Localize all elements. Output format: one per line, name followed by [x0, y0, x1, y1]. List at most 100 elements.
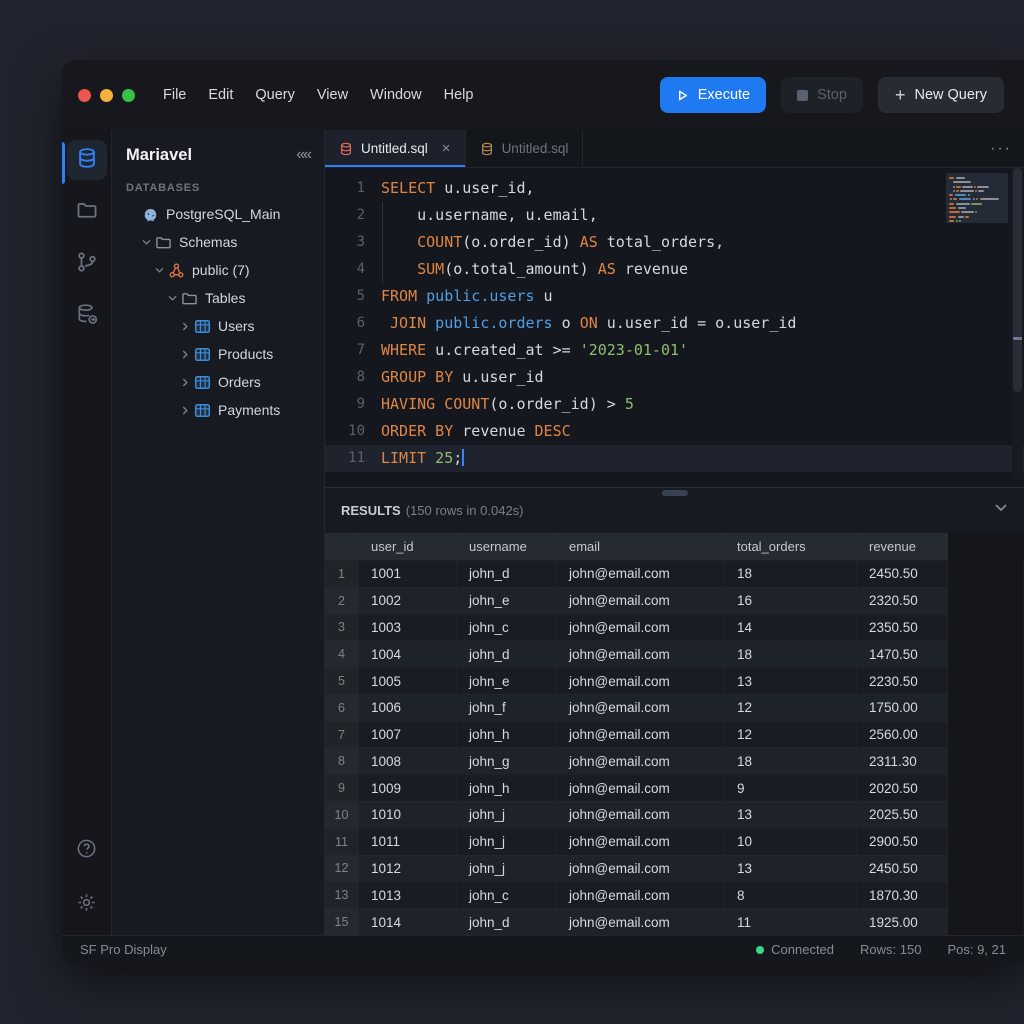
chevron-right-icon[interactable] — [178, 378, 192, 387]
tab-untitled-sql-2[interactable]: Untitled.sql — [466, 130, 584, 167]
editor-minimap[interactable] — [946, 173, 1008, 223]
rail-bottom-items — [67, 831, 107, 925]
row-number: 12 — [325, 855, 359, 882]
editor-line-11: 11LIMIT 25; — [325, 445, 1024, 472]
folder-icon — [181, 290, 198, 307]
row-filler — [948, 908, 1024, 935]
column-header-username[interactable]: username — [457, 533, 557, 560]
results-row-9[interactable]: 91009john_hjohn@email.com92020.50 — [325, 774, 1024, 801]
results-row-5[interactable]: 51005john_ejohn@email.com132230.50 — [325, 667, 1024, 694]
code-text: JOIN public.orders o ON u.user_id = o.us… — [381, 310, 796, 337]
chevron-down-icon[interactable] — [152, 266, 166, 275]
results-header: RESULTS (150 rows in 0.042s) — [325, 487, 1024, 533]
sql-editor[interactable]: 1SELECT u.user_id,2 u.username, u.email,… — [325, 168, 1024, 487]
cell-email: john@email.com — [557, 747, 725, 774]
cell-total-orders: 13 — [725, 667, 857, 694]
close-window-button[interactable] — [78, 89, 91, 102]
rail-folder-button[interactable] — [67, 192, 107, 232]
row-filler — [948, 587, 1024, 614]
tab-label: Untitled.sql — [361, 141, 428, 156]
rail-help-button[interactable] — [67, 831, 107, 871]
zoom-window-button[interactable] — [122, 89, 135, 102]
results-resize-handle[interactable] — [662, 490, 688, 496]
menu-item-file[interactable]: File — [163, 87, 186, 103]
activity-rail — [62, 130, 112, 935]
titlebar: File Edit Query View Window Help Execute Stop… — [62, 60, 1024, 130]
results-row-13[interactable]: 131013john_cjohn@email.com81870.30 — [325, 881, 1024, 908]
chevron-right-icon[interactable] — [178, 322, 192, 331]
menu-item-view[interactable]: View — [317, 87, 348, 103]
tree-item-payments[interactable]: Payments — [112, 396, 324, 424]
results-row-6[interactable]: 61006john_fjohn@email.com121750.00 — [325, 694, 1024, 721]
results-row-12[interactable]: 121012john_jjohn@email.com132450.50 — [325, 855, 1024, 882]
database-icon — [480, 142, 494, 156]
column-header-email[interactable]: email — [557, 533, 725, 560]
results-row-7[interactable]: 71007john_hjohn@email.com122560.00 — [325, 721, 1024, 748]
results-row-4[interactable]: 41004john_djohn@email.com181470.50 — [325, 640, 1024, 667]
menu-item-window[interactable]: Window — [370, 87, 422, 103]
tree-item-schemas[interactable]: Schemas — [112, 228, 324, 256]
menu-item-query[interactable]: Query — [255, 87, 295, 103]
cell-username: john_h — [457, 774, 557, 801]
cell-email: john@email.com — [557, 774, 725, 801]
play-icon — [676, 89, 689, 102]
cell-revenue: 1925.00 — [857, 908, 948, 935]
row-filler — [948, 747, 1024, 774]
results-grid: user_idusernameemailtotal_ordersrevenue … — [325, 533, 1024, 935]
collapse-results-icon[interactable] — [994, 501, 1008, 520]
row-number: 3 — [325, 614, 359, 641]
tab-overflow-menu[interactable]: ··· — [990, 130, 1012, 167]
results-row-1[interactable]: 11001john_djohn@email.com182450.50 — [325, 560, 1024, 587]
editor-line-5: 5FROM public.users u — [325, 283, 1024, 310]
row-count-status: Rows: 150 — [860, 942, 921, 957]
line-number: 4 — [325, 256, 381, 283]
results-row-10[interactable]: 101010john_jjohn@email.com132025.50 — [325, 801, 1024, 828]
close-tab-icon[interactable]: × — [442, 140, 451, 157]
menu-item-edit[interactable]: Edit — [208, 87, 233, 103]
rail-export-database-button[interactable] — [67, 296, 107, 336]
editor-line-4: 4 SUM(o.total_amount) AS revenue — [325, 256, 1024, 283]
tab-untitled-sql-1[interactable]: Untitled.sql × — [325, 130, 466, 167]
chevron-down-icon[interactable] — [139, 238, 153, 247]
chevron-right-icon[interactable] — [178, 406, 192, 415]
editor-scrollbar-thumb[interactable] — [1013, 168, 1022, 392]
chevron-right-icon[interactable] — [178, 350, 192, 359]
rail-branch-button[interactable] — [67, 244, 107, 284]
menu-item-help[interactable]: Help — [444, 87, 474, 103]
rail-gear-button[interactable] — [67, 885, 107, 925]
cell-user-id: 1007 — [359, 721, 457, 748]
chevron-down-icon[interactable] — [165, 294, 179, 303]
new-query-button[interactable]: + New Query — [878, 77, 1004, 113]
editor-line-7: 7WHERE u.created_at >= '2023-01-01' — [325, 337, 1024, 364]
tree-item-postgresql-main[interactable]: PostgreSQL_Main — [112, 200, 324, 228]
rail-database-button[interactable] — [67, 140, 107, 180]
tree-item-tables[interactable]: Tables — [112, 284, 324, 312]
row-number: 8 — [325, 747, 359, 774]
cell-total-orders: 13 — [725, 801, 857, 828]
row-filler — [948, 801, 1024, 828]
tab-bar: Untitled.sql × Untitled.sql ··· — [325, 130, 1024, 168]
app-window: File Edit Query View Window Help Execute Stop… — [62, 60, 1024, 963]
row-filler — [948, 855, 1024, 882]
cell-username: john_d — [457, 640, 557, 667]
results-row-2[interactable]: 21002john_ejohn@email.com162320.50 — [325, 587, 1024, 614]
column-header-total-orders[interactable]: total_orders — [725, 533, 857, 560]
tree-item-users[interactable]: Users — [112, 312, 324, 340]
results-row-3[interactable]: 31003john_cjohn@email.com142350.50 — [325, 614, 1024, 641]
execute-button[interactable]: Execute — [660, 77, 766, 113]
editor-line-9: 9HAVING COUNT(o.order_id) > 5 — [325, 391, 1024, 418]
editor-line-2: 2 u.username, u.email, — [325, 202, 1024, 229]
tree-item-orders[interactable]: Orders — [112, 368, 324, 396]
results-row-15[interactable]: 151014john_djohn@email.com111925.00 — [325, 908, 1024, 935]
results-row-11[interactable]: 111011john_jjohn@email.com102900.50 — [325, 828, 1024, 855]
collapse-sidebar-icon[interactable]: «« — [296, 146, 310, 164]
stop-button[interactable]: Stop — [781, 77, 863, 113]
tree-item-public-7[interactable]: public (7) — [112, 256, 324, 284]
column-header-revenue[interactable]: revenue — [857, 533, 948, 560]
column-header-user-id[interactable]: user_id — [359, 533, 457, 560]
table-icon — [194, 374, 211, 391]
minimize-window-button[interactable] — [100, 89, 113, 102]
results-row-8[interactable]: 81008john_gjohn@email.com182311.30 — [325, 747, 1024, 774]
tree-item-products[interactable]: Products — [112, 340, 324, 368]
cell-total-orders: 8 — [725, 881, 857, 908]
